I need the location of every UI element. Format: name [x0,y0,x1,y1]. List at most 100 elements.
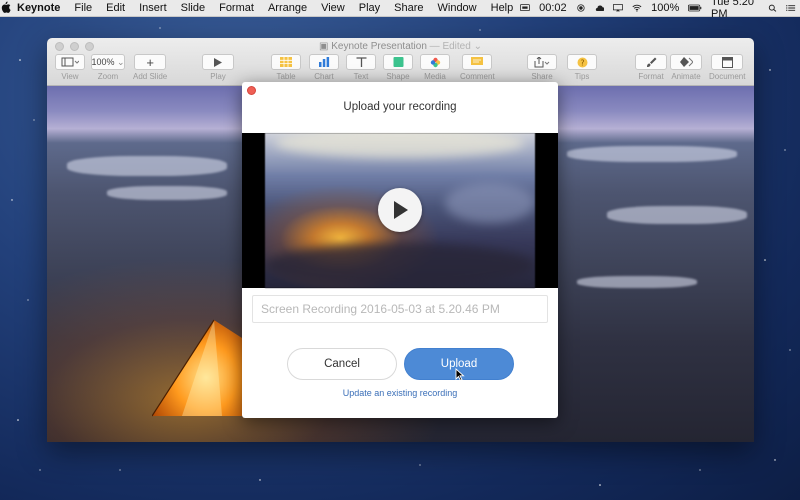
text-icon [356,57,366,67]
media-icon [430,57,440,67]
share-icon [534,56,550,67]
chevron-down-icon: ⌄ [117,56,125,67]
update-existing-recording-link[interactable]: Update an existing recording [242,388,558,398]
zoom-select[interactable]: 100% ⌄ [91,54,125,70]
text-label: Text [353,72,369,81]
menu-file[interactable]: File [67,2,99,14]
wifi-icon[interactable] [632,3,642,13]
close-dialog-button[interactable] [247,86,256,95]
text-tool[interactable]: Text [346,54,376,81]
play-label: Play [210,72,226,81]
battery-percent[interactable]: 100% [651,2,679,14]
menu-window[interactable]: Window [431,2,484,14]
play-video-button[interactable] [378,188,422,232]
search-icon[interactable] [768,3,778,13]
apple-icon[interactable] [0,0,11,16]
zoom-label: Zoom [97,72,119,81]
text-button[interactable] [346,54,376,70]
recording-name-input[interactable] [252,295,548,323]
animate-button[interactable] [670,54,702,70]
tips-button[interactable]: ? [567,54,597,70]
snow-patch [567,146,737,162]
add-slide-label: Add Slide [133,72,168,81]
chart-tool[interactable]: Chart [309,54,339,81]
menu-help[interactable]: Help [484,2,521,14]
paintbrush-icon [646,57,656,67]
battery-icon[interactable] [688,3,702,13]
zoom-value: 100% [91,57,115,67]
menu-arrange[interactable]: Arrange [261,2,314,14]
tent-graphic [152,319,242,417]
dialog-title: Upload your recording [343,101,457,113]
table-button[interactable] [271,54,301,70]
clock[interactable]: Tue 5:20 PM [711,0,759,20]
animate-icon [679,57,693,67]
share-tool[interactable]: Share [527,54,557,81]
cancel-button[interactable]: Cancel [287,348,397,380]
menu-format[interactable]: Format [212,2,261,14]
share-label: Share [531,72,553,81]
shape-tool[interactable]: Shape [383,54,413,81]
tips-icon: ? [577,57,587,67]
video-preview[interactable] [242,133,558,288]
chart-button[interactable] [309,54,339,70]
svg-text:?: ? [580,58,584,67]
recording-timer[interactable]: 00:02 [539,2,567,14]
airplay-icon[interactable] [613,3,624,13]
format-tool[interactable]: Format [635,54,667,81]
chart-label: Chart [314,72,334,81]
menu-insert[interactable]: Insert [132,2,174,14]
recording-display-icon[interactable] [520,3,531,13]
cursor-icon [455,368,465,382]
tips-tool[interactable]: ? Tips [567,54,597,81]
view-icon [61,57,79,67]
zoom-tool[interactable]: 100% ⌄ Zoom [91,54,125,81]
document-tool[interactable]: Document [709,54,745,81]
menu-slide[interactable]: Slide [174,2,212,14]
format-label: Format [638,72,664,81]
menu-app-name[interactable]: Keynote [11,2,67,14]
menu-share[interactable]: Share [387,2,430,14]
comment-tool[interactable]: Comment [460,54,495,81]
snow-patch [607,206,747,224]
add-slide-button[interactable]: + [134,54,167,70]
video-blur [445,183,535,223]
comment-label: Comment [460,72,495,81]
table-tool[interactable]: Table [271,54,301,81]
play-tool[interactable]: Play [202,54,234,81]
media-label: Media [424,72,446,81]
comment-button[interactable] [462,54,493,70]
media-button[interactable] [420,54,450,70]
document-label: Document [709,72,746,81]
menu-view[interactable]: View [314,2,352,14]
cloud-icon[interactable] [595,3,605,13]
document-edited-status[interactable]: — Edited ⌄ [430,41,482,52]
menu-play[interactable]: Play [352,2,387,14]
play-button[interactable] [202,54,234,70]
add-slide-tool[interactable]: + Add Slide [133,54,167,81]
format-button[interactable] [635,54,667,70]
view-label: View [61,72,79,81]
menu-bar: Keynote File Edit Insert Slide Format Ar… [0,0,800,20]
animate-label: Animate [671,72,701,81]
snow-patch [67,156,227,176]
list-icon[interactable] [786,3,796,13]
snow-patch [577,276,697,288]
menu-edit[interactable]: Edit [99,2,132,14]
snow-patch [107,186,227,200]
document-title: ▣ Keynote Presentation — Edited ⌄ [47,41,754,52]
shape-label: Shape [386,72,410,81]
document-button[interactable] [711,54,744,70]
stop-record-icon[interactable] [576,3,586,13]
animate-tool[interactable]: Animate [670,54,702,81]
document-icon [721,56,733,68]
table-label: Table [276,72,296,81]
video-blur [275,133,525,158]
chart-icon [319,57,330,67]
document-title-text[interactable]: Keynote Presentation [331,41,427,52]
media-tool[interactable]: Media [420,54,450,81]
view-button[interactable] [55,54,85,70]
view-tool[interactable]: View [55,54,85,81]
shape-button[interactable] [383,54,413,70]
share-button[interactable] [527,54,557,70]
